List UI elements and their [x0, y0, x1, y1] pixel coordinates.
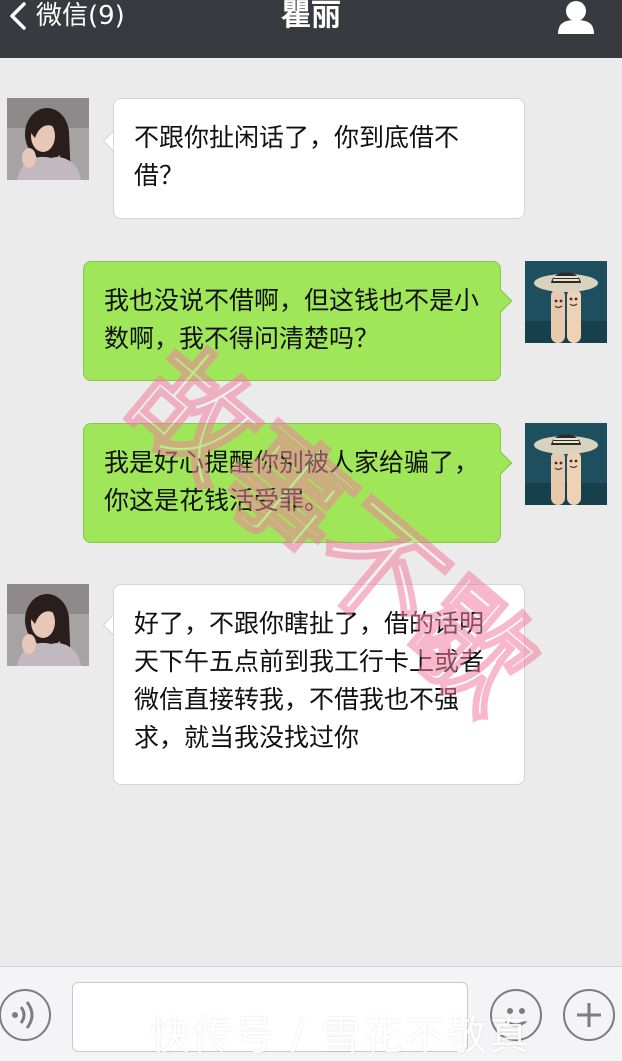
woman-portrait-icon	[7, 98, 89, 180]
finger-puppets-icon	[525, 423, 607, 505]
message-text: 不跟你扯闲话了，你到底借不借？	[134, 123, 460, 190]
more-button[interactable]	[563, 989, 615, 1041]
input-bar: 快传号 / 雪花不敬真	[0, 966, 622, 1061]
plus-icon	[577, 1003, 601, 1027]
voice-button[interactable]	[0, 989, 51, 1041]
contact-avatar[interactable]	[7, 584, 89, 666]
message-text: 我也没说不借啊，但这钱也不是小数啊，我不得问清楚吗？	[104, 286, 480, 353]
message-bubble[interactable]: 我是好心提醒你别被人家给骗了，你这是花钱活受罪。	[83, 423, 501, 543]
woman-portrait-icon	[7, 584, 89, 666]
message-bubble[interactable]: 我也没说不借啊，但这钱也不是小数啊，我不得问清楚吗？	[83, 261, 501, 381]
person-icon[interactable]	[556, 0, 596, 34]
source-watermark: 快传号 / 雪花不敬真	[150, 1013, 531, 1059]
message-text: 好了，不跟你瞎扯了，借的话明天下午五点前到我工行卡上或者微信直接转我，不借我也不…	[134, 609, 485, 752]
message-bubble[interactable]: 好了，不跟你瞎扯了，借的话明天下午五点前到我工行卡上或者微信直接转我，不借我也不…	[113, 584, 525, 785]
chat-title: 瞿丽	[281, 0, 341, 33]
message-text: 我是好心提醒你别被人家给骗了，你这是花钱活受罪。	[104, 448, 480, 515]
contact-avatar[interactable]	[7, 98, 89, 180]
voice-icon	[12, 1001, 34, 1029]
my-avatar[interactable]	[525, 423, 607, 505]
title-bar: 微信(9) 瞿丽	[0, 0, 622, 58]
my-avatar[interactable]	[525, 261, 607, 343]
message-bubble[interactable]: 不跟你扯闲话了，你到底借不借？	[113, 98, 525, 219]
finger-puppets-icon	[525, 261, 607, 343]
